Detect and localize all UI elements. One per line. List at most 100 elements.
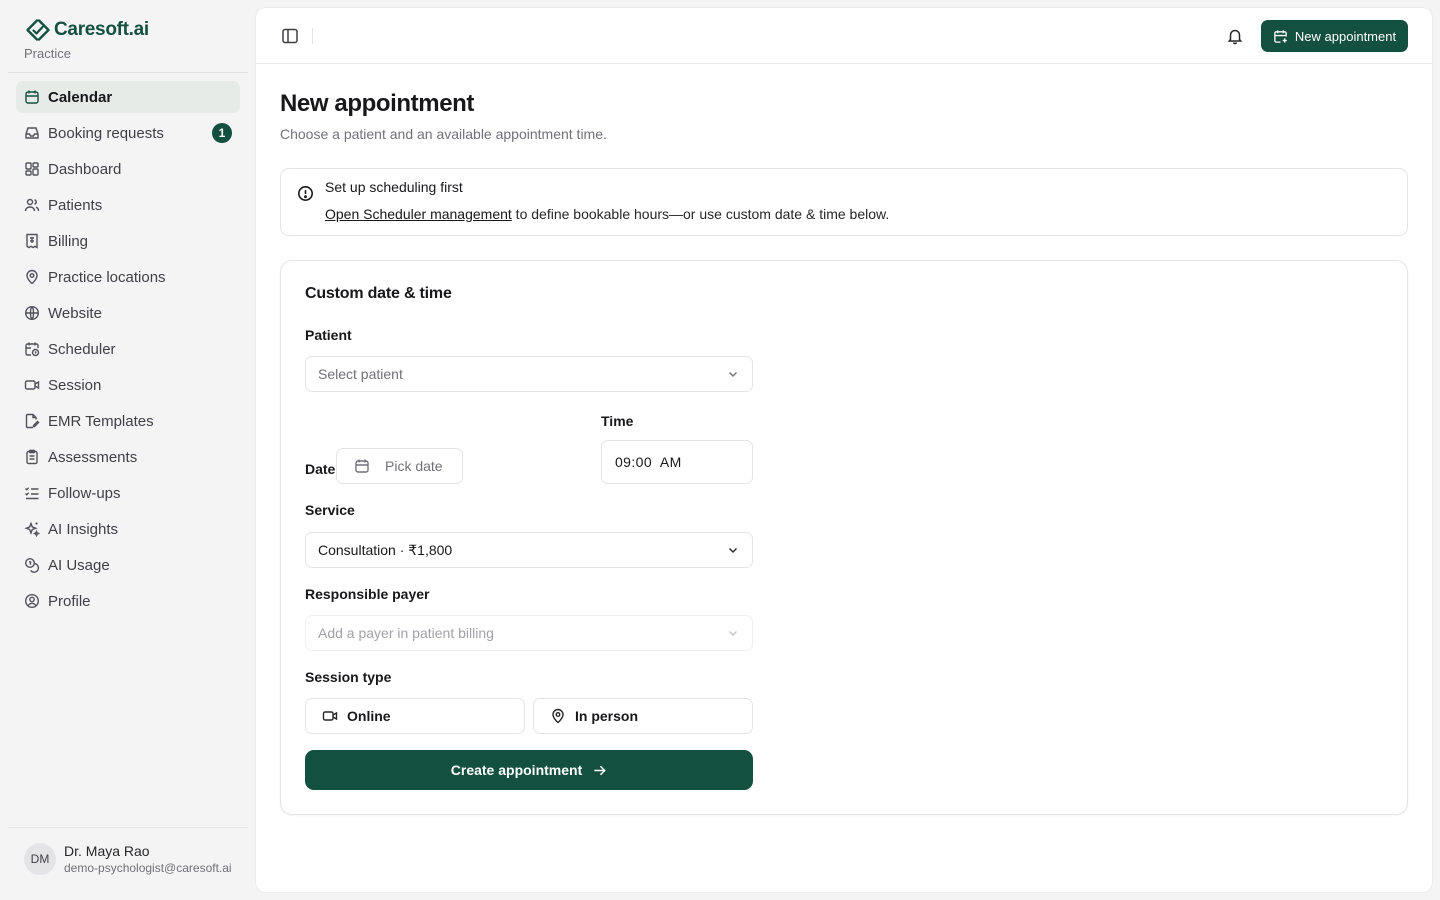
user-circle-icon: [24, 593, 40, 609]
sidebar: Caresoft.ai Practice Calendar Booking re…: [0, 0, 256, 900]
service-label: Service: [305, 502, 355, 518]
responsible-payer-label: Responsible payer: [305, 586, 430, 602]
calendar-icon: [25, 90, 39, 104]
sidebar-item-label: Calendar: [48, 88, 113, 106]
scheduling-alert: Set up scheduling first Open Scheduler m…: [280, 168, 1408, 236]
sidebar-item-ai-insights[interactable]: AI Insights: [16, 513, 240, 545]
session-type-online-label: Online: [347, 708, 391, 724]
date-picker-button[interactable]: Pick date: [336, 448, 463, 484]
sidebar-item-scheduler[interactable]: Scheduler: [16, 333, 240, 365]
receipt-icon: [26, 233, 38, 249]
sidebar-item-label: AI Insights: [48, 520, 119, 538]
sidebar-item-label: Session: [48, 376, 102, 394]
globe-icon: [24, 305, 40, 321]
user-menu[interactable]: DM Dr. Maya Rao demo-psychologist@careso…: [24, 843, 234, 875]
caresoft-logo-icon: [26, 19, 50, 41]
sidebar-item-ai-usage[interactable]: AI Usage: [16, 549, 240, 581]
sidebar-item-label: Billing: [48, 232, 89, 250]
responsible-payer-select[interactable]: Add a payer in patient billing: [305, 615, 753, 651]
sidebar-item-label: Booking requests: [48, 124, 164, 142]
user-name: Dr. Maya Rao: [64, 843, 150, 859]
patient-select[interactable]: Select patient: [305, 356, 753, 392]
booking-requests-count-badge: 1: [212, 123, 232, 143]
map-pin-icon: [552, 708, 564, 724]
chevron-down-icon: [729, 631, 737, 636]
sidebar-item-label: Practice locations: [48, 268, 166, 286]
session-type-online-button[interactable]: Online: [305, 698, 525, 734]
file-pen-icon: [25, 413, 40, 429]
sidebar-item-label: EMR Templates: [48, 412, 154, 430]
map-pin-icon: [26, 269, 38, 285]
chevron-down-icon: [729, 372, 737, 377]
sidebar-item-follow-ups[interactable]: Follow-ups: [16, 477, 240, 509]
session-type-label: Session type: [305, 669, 392, 685]
create-appointment-label: Create appointment: [450, 762, 583, 778]
brand-logo[interactable]: Caresoft.ai: [24, 18, 149, 42]
time-label: Time: [601, 413, 634, 429]
topbar-separator: [312, 28, 313, 44]
sidebar-item-label: Assessments: [48, 448, 138, 466]
page-title: New appointment: [280, 90, 475, 117]
coins-icon: [24, 557, 40, 573]
video-icon: [24, 380, 40, 390]
sparkles-icon: [24, 521, 40, 537]
inbox-icon: [25, 127, 39, 139]
sidebar-item-website[interactable]: Website: [16, 297, 240, 329]
brand-name: Caresoft.ai: [54, 19, 149, 40]
service-select-value: Consultation · ₹1,800: [318, 541, 453, 558]
brand: Caresoft.ai Practice: [24, 18, 149, 61]
sidebar-item-label: Website: [48, 304, 102, 322]
sidebar-item-session[interactable]: Session: [16, 369, 240, 401]
sidebar-item-label: Scheduler: [48, 340, 116, 358]
sidebar-item-label: Dashboard: [48, 160, 122, 178]
alert-body-text: to define bookable hours—or use custom d…: [511, 206, 890, 222]
sidebar-divider: [8, 827, 248, 828]
time-input[interactable]: 09:00 AM: [601, 440, 753, 484]
sidebar-toggle-icon[interactable]: [280, 26, 300, 46]
new-appointment-button[interactable]: New appointment: [1261, 20, 1408, 52]
dashboard-icon: [25, 162, 39, 176]
sidebar-item-label: Profile: [48, 592, 91, 610]
sidebar-item-practice-locations[interactable]: Practice locations: [16, 261, 240, 293]
new-appointment-label: New appointment: [1294, 28, 1397, 44]
user-email: demo-psychologist@caresoft.ai: [64, 861, 232, 875]
calendar-clock-icon: [25, 342, 40, 357]
card-title: Custom date & time: [305, 285, 452, 302]
alert-title: Set up scheduling first: [325, 179, 463, 195]
users-icon: [24, 198, 40, 212]
sidebar-item-profile[interactable]: Profile: [16, 585, 240, 617]
video-icon: [322, 711, 338, 721]
topbar: New appointment: [256, 8, 1432, 64]
patient-select-placeholder: Select patient: [318, 366, 403, 382]
list-checks-icon: [25, 487, 39, 500]
chevron-down-icon: [729, 548, 737, 553]
sidebar-item-assessments[interactable]: Assessments: [16, 441, 240, 473]
date-label: Date: [305, 461, 336, 477]
sidebar-item-label: Follow-ups: [48, 484, 121, 502]
sidebar-item-emr-templates[interactable]: EMR Templates: [16, 405, 240, 437]
sidebar-item-billing[interactable]: Billing: [16, 225, 240, 257]
sidebar-item-booking-requests[interactable]: Booking requests 1: [16, 117, 240, 149]
scheduler-management-link[interactable]: Open Scheduler management: [325, 206, 512, 222]
session-type-in-person-button[interactable]: In person: [533, 698, 753, 734]
info-circle-icon: [298, 186, 313, 201]
patient-label: Patient: [305, 327, 352, 343]
sidebar-item-label: AI Usage: [48, 556, 110, 574]
custom-date-time-card: Custom date & time Patient Select patien…: [280, 260, 1408, 815]
arrow-right-icon: [594, 765, 606, 775]
date-picker-placeholder: Pick date: [385, 458, 443, 474]
sidebar-item-dashboard[interactable]: Dashboard: [16, 153, 240, 185]
notifications-bell-icon[interactable]: [1226, 27, 1244, 45]
brand-subtitle: Practice: [24, 46, 71, 61]
time-input-value: 09:00 AM: [615, 454, 682, 470]
sidebar-item-calendar[interactable]: Calendar: [16, 81, 240, 113]
session-type-in-person-label: In person: [575, 708, 639, 724]
sidebar-item-patients[interactable]: Patients: [16, 189, 240, 221]
create-appointment-button[interactable]: Create appointment: [305, 750, 753, 790]
service-select[interactable]: Consultation · ₹1,800: [305, 532, 753, 568]
sidebar-divider: [8, 72, 248, 73]
main-panel: New appointment New appointment Choose a…: [256, 8, 1432, 892]
responsible-payer-placeholder: Add a payer in patient billing: [318, 625, 494, 641]
sidebar-nav: Calendar Booking requests 1 Dashboard Pa…: [16, 81, 240, 621]
calendar-plus-icon: [1274, 29, 1287, 43]
